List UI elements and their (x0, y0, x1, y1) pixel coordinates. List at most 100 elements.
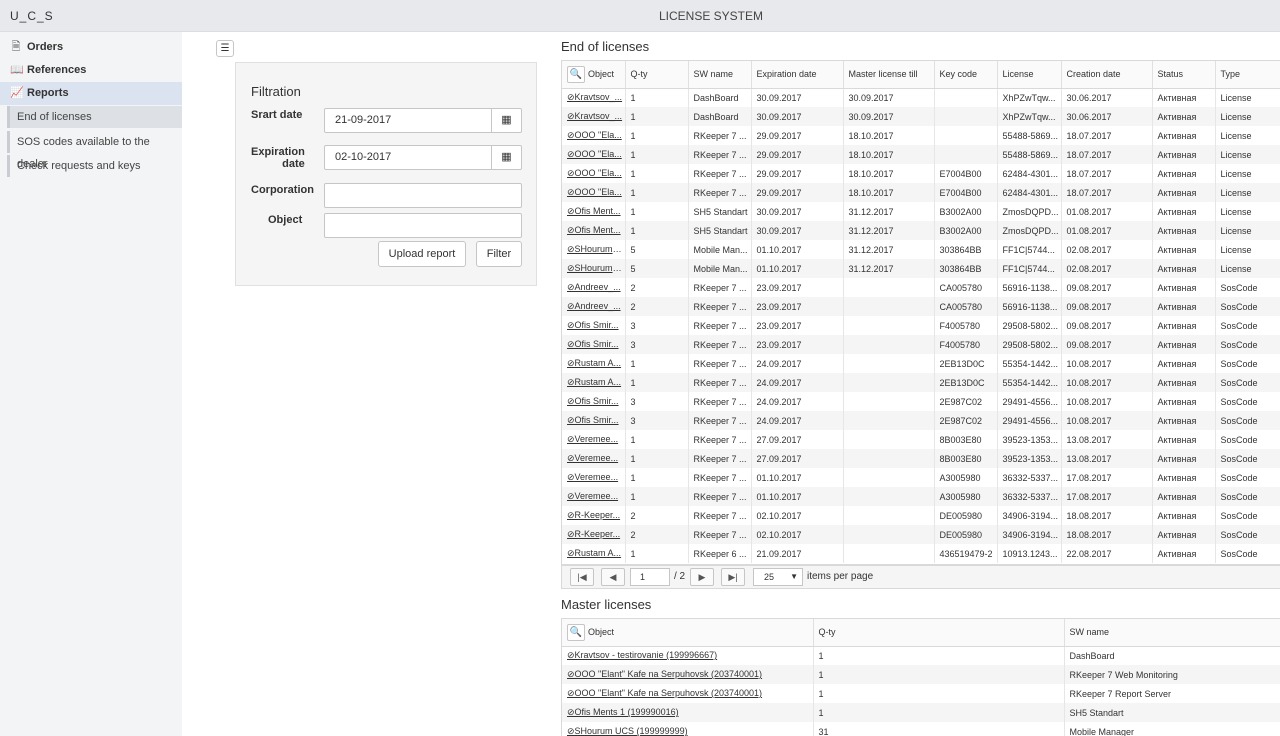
table-row[interactable]: ⊘OOO "Ela... 1 RKeeper 7 ... 29.09.2017 18.1… (562, 183, 1280, 202)
object-link[interactable]: ⊘OOO "Ela... (562, 126, 626, 145)
calendar-icon[interactable]: ▦ (491, 109, 521, 132)
table-row[interactable]: ⊘Ofis Ment... 1 SH5 Standart 30.09.2017 31.1… (562, 202, 1280, 221)
object-link[interactable]: ⊘OOO "Elant" Kafe na Serpuhovsk (2037400… (562, 665, 814, 684)
table-row[interactable]: ⊘OOO "Ela... 1 RKeeper 7 ... 29.09.2017 18.1… (562, 164, 1280, 183)
object-link[interactable]: ⊘Andreev_... (562, 297, 626, 316)
column-header-type[interactable]: Type (1215, 61, 1280, 89)
object-link[interactable]: ⊘R-Keeper... (562, 525, 626, 544)
object-link[interactable]: ⊘Ofis Ments 1 (199990016) (562, 703, 814, 722)
object-link[interactable]: ⊘SHourum_... (562, 259, 626, 278)
table-row[interactable]: ⊘R-Keeper... 2 RKeeper 7 ... 02.10.2017 DE00… (562, 506, 1280, 525)
object-link[interactable]: ⊘Ofis Ment... (562, 221, 626, 240)
table-row[interactable]: ⊘R-Keeper... 2 RKeeper 7 ... 02.10.2017 DE00… (562, 525, 1280, 544)
object-link[interactable]: ⊘SHourum_... (562, 240, 626, 259)
table-row[interactable]: ⊘SHourum_... 5 Mobile Man... 01.10.2017 31.1… (562, 259, 1280, 278)
table-row[interactable]: ⊘Andreev_... 2 RKeeper 7 ... 23.09.2017 CA00… (562, 297, 1280, 316)
object-input[interactable] (324, 213, 522, 238)
table-row[interactable]: ⊘Veremee... 1 RKeeper 7 ... 27.09.2017 8B003… (562, 430, 1280, 449)
table-row[interactable]: ⊘Kravtsov_... 1 DashBoard 30.09.2017 30.09.2… (562, 107, 1280, 126)
calendar-icon[interactable]: ▦ (491, 146, 521, 169)
table-row[interactable]: ⊘Kravtsov_... 1 DashBoard 30.09.2017 30.09.2… (562, 88, 1280, 107)
object-link[interactable]: ⊘Veremee... (562, 430, 626, 449)
table-row[interactable]: ⊘Veremee... 1 RKeeper 7 ... 01.10.2017 A3005… (562, 468, 1280, 487)
column-header-master-license-till[interactable]: Master license till (843, 61, 935, 89)
table-row[interactable]: ⊘OOO "Elant" Kafe na Serpuhovsk (2037400… (562, 665, 1280, 684)
column-header-license[interactable]: License (997, 61, 1062, 89)
column-header-label: SW name (693, 69, 734, 80)
column-header-q-ty[interactable]: Q-ty (625, 61, 689, 89)
table-row[interactable]: ⊘OOO "Elant" Kafe na Serpuhovsk (2037400… (562, 684, 1280, 703)
next-page-button[interactable]: ▶ (690, 568, 714, 586)
table-row[interactable]: ⊘Veremee... 1 RKeeper 7 ... 01.10.2017 A3005… (562, 487, 1280, 506)
object-link[interactable]: ⊘Rustam A... (562, 354, 626, 373)
sidebar-subitem-end-of-licenses[interactable]: End of licenses (7, 106, 182, 128)
table-row[interactable]: ⊘Ofis Smir... 3 RKeeper 7 ... 24.09.2017 2E9… (562, 392, 1280, 411)
object-link[interactable]: ⊘Veremee... (562, 468, 626, 487)
table-row[interactable]: ⊘OOO "Ela... 1 RKeeper 7 ... 29.09.2017 18.1… (562, 145, 1280, 164)
sidebar-item-references[interactable]: 📖 References (0, 59, 182, 82)
search-icon[interactable]: 🔍 (567, 65, 585, 83)
filter-button[interactable]: Filter (476, 241, 522, 267)
object-link[interactable]: ⊘Veremee... (562, 487, 626, 506)
last-page-button[interactable]: ▶| (721, 568, 745, 586)
column-header-expiration-date[interactable]: Expiration date (751, 61, 844, 89)
object-link[interactable]: ⊘Ofis Smir... (562, 335, 626, 354)
table-row[interactable]: ⊘OOO "Ela... 1 RKeeper 7 ... 29.09.2017 18.1… (562, 126, 1280, 145)
column-header-creation-date[interactable]: Creation date (1061, 61, 1153, 89)
table-row[interactable]: ⊘Ofis Ments 1 (199990016) 1 SH5 Standart (562, 703, 1280, 722)
upload-report-button[interactable]: Upload report (378, 241, 466, 267)
table-row[interactable]: ⊘Andreev_... 2 RKeeper 7 ... 23.09.2017 CA00… (562, 278, 1280, 297)
object-link[interactable]: ⊘Kravtsov - testirovanie (199996667) (562, 646, 814, 665)
object-link[interactable]: ⊘Kravtsov_... (562, 88, 626, 107)
object-link[interactable]: ⊘Rustam A... (562, 544, 626, 563)
table-row[interactable]: ⊘SHourum_... 5 Mobile Man... 01.10.2017 31.1… (562, 240, 1280, 259)
page-number-input[interactable]: 1 (630, 568, 670, 586)
corporation-input[interactable] (324, 183, 522, 208)
expiration-date-input[interactable]: 02-10-2017 ▦ (324, 145, 522, 170)
table-row[interactable]: ⊘Ofis Ment... 1 SH5 Standart 30.09.2017 31.1… (562, 221, 1280, 240)
object-link[interactable]: ⊘Veremee... (562, 449, 626, 468)
object-link[interactable]: ⊘Andreev_... (562, 278, 626, 297)
column-header-q-ty[interactable]: Q-ty (813, 619, 1065, 647)
table-row[interactable]: ⊘Ofis Smir... 3 RKeeper 7 ... 23.09.2017 F40… (562, 335, 1280, 354)
prev-page-button[interactable]: ◀ (601, 568, 625, 586)
sidebar-item-reports[interactable]: 📈 Reports (0, 82, 182, 105)
column-header-sw-name[interactable]: SW name (688, 61, 752, 89)
sidebar-subitem-check-requests[interactable]: Check requests and keys (7, 155, 182, 177)
object-link[interactable]: ⊘Ofis Smir... (562, 411, 626, 430)
sidebar-item-orders[interactable]: 🗎 Orders (0, 36, 182, 59)
table-row[interactable]: ⊘Veremee... 1 RKeeper 7 ... 27.09.2017 8B003… (562, 449, 1280, 468)
object-link[interactable]: ⊘Ofis Smir... (562, 392, 626, 411)
cell-type: License (1215, 183, 1280, 202)
table-row[interactable]: ⊘Rustam A... 1 RKeeper 7 ... 24.09.2017 2EB1… (562, 373, 1280, 392)
cell-sw-name: SH5 Standart (688, 221, 752, 240)
object-link[interactable]: ⊘OOO "Ela... (562, 145, 626, 164)
table-row[interactable]: ⊘Rustam A... 1 RKeeper 7 ... 24.09.2017 2EB1… (562, 354, 1280, 373)
object-link[interactable]: ⊘SHourum UCS (199999999) (562, 722, 814, 736)
column-header-object[interactable]: 🔍 Object (562, 619, 814, 647)
object-link[interactable]: ⊘OOO "Ela... (562, 164, 626, 183)
sidebar-subitem-sos-codes[interactable]: SOS codes available to the dealer (7, 131, 182, 170)
object-link[interactable]: ⊘Kravtsov_... (562, 107, 626, 126)
cell-license: 55488-5869... (997, 145, 1062, 164)
object-link[interactable]: ⊘OOO "Elant" Kafe na Serpuhovsk (2037400… (562, 684, 814, 703)
first-page-button[interactable]: |◀ (570, 568, 594, 586)
table-row[interactable]: ⊘Ofis Smir... 3 RKeeper 7 ... 23.09.2017 F40… (562, 316, 1280, 335)
search-icon[interactable]: 🔍 (567, 623, 585, 641)
object-link[interactable]: ⊘R-Keeper... (562, 506, 626, 525)
toggle-filter-button[interactable]: ☰ (216, 40, 234, 57)
object-link[interactable]: ⊘Ofis Ment... (562, 202, 626, 221)
column-header-key-code[interactable]: Key code (934, 61, 998, 89)
table-row[interactable]: ⊘Kravtsov - testirovanie (199996667) 1 Das… (562, 646, 1280, 665)
column-header-object[interactable]: 🔍 Object (562, 61, 626, 89)
table-row[interactable]: ⊘SHourum UCS (199999999) 31 Mobile Manager (562, 722, 1280, 736)
page-size-select[interactable]: 25 ▼ (753, 568, 803, 586)
column-header-sw-name[interactable]: SW name (1064, 619, 1280, 647)
object-link[interactable]: ⊘Rustam A... (562, 373, 626, 392)
object-link[interactable]: ⊘OOO "Ela... (562, 183, 626, 202)
object-link[interactable]: ⊘Ofis Smir... (562, 316, 626, 335)
start-date-input[interactable]: 21-09-2017 ▦ (324, 108, 522, 133)
table-row[interactable]: ⊘Ofis Smir... 3 RKeeper 7 ... 24.09.2017 2E9… (562, 411, 1280, 430)
column-header-status[interactable]: Status (1152, 61, 1216, 89)
table-row[interactable]: ⊘Rustam A... 1 RKeeper 6 ... 21.09.2017 4365… (562, 544, 1280, 563)
